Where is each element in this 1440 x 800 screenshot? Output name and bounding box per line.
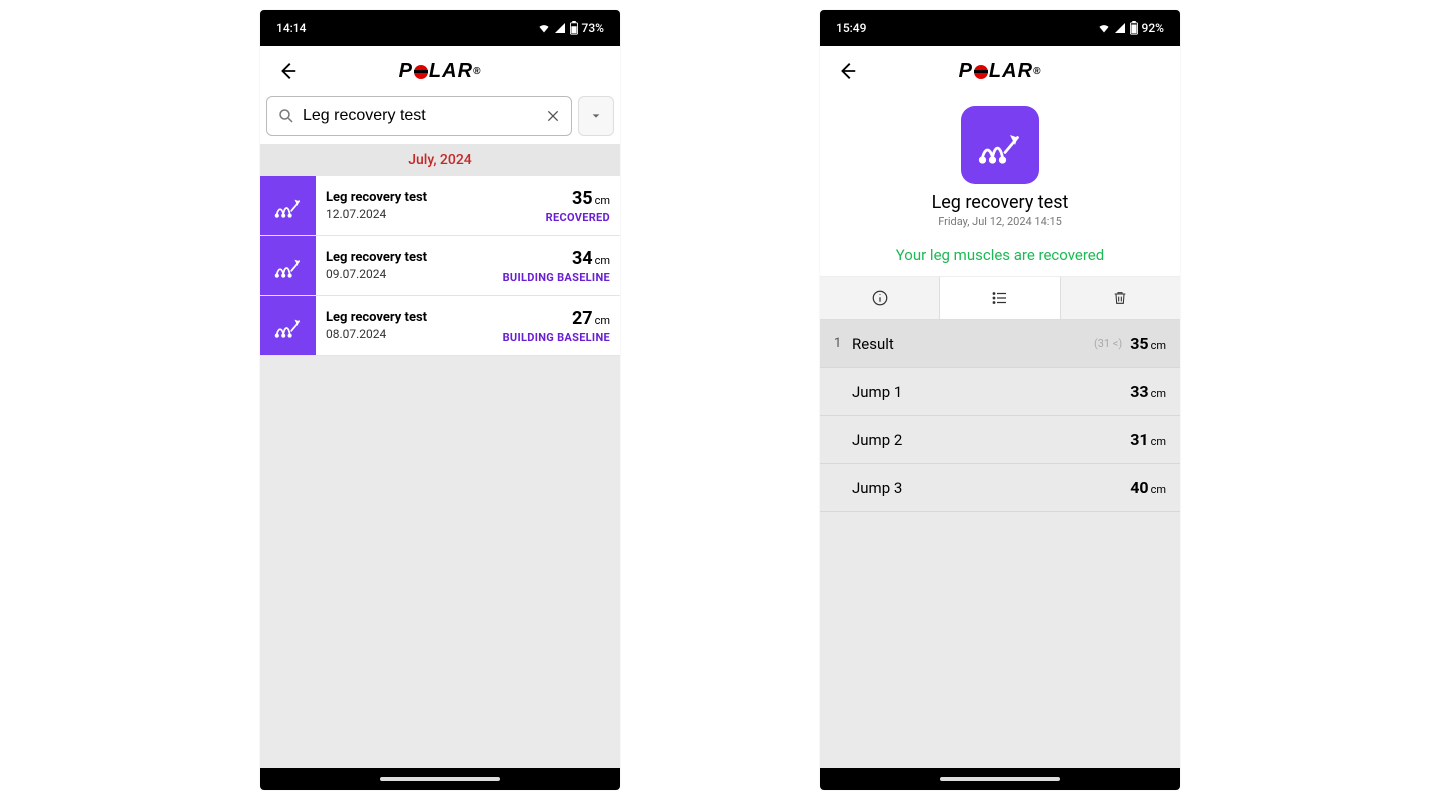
test-list: Leg recovery test 12.07.2024 35cm RECOVE… [260,176,620,768]
jump-value: 33 [1130,382,1148,401]
brand-logo: PLAR® [864,60,1136,83]
jump-unit: cm [1151,387,1166,400]
android-navbar [260,768,620,790]
battery-icon [1129,21,1139,35]
item-title: Leg recovery test [326,250,483,265]
wifi-icon [1097,22,1111,34]
statusbar: 15:49 92% [820,10,1180,46]
search-input[interactable] [303,107,545,125]
item-date: 12.07.2024 [326,207,526,221]
list-item[interactable]: Leg recovery test 12.07.2024 35cm RECOVE… [260,176,620,236]
jump-label: Jump 2 [852,431,1130,449]
back-button[interactable] [270,54,304,88]
item-value: 34 [572,248,593,269]
wifi-icon [537,22,551,34]
status-battery: 92% [1142,21,1164,35]
item-status: BUILDING BASELINE [503,331,610,344]
signal-icon [554,22,566,34]
info-icon [871,289,889,307]
item-value: 35 [572,188,593,209]
jump-value: 31 [1130,430,1148,449]
filter-button[interactable] [578,96,614,136]
item-unit: cm [595,194,610,207]
item-title: Leg recovery test [326,310,483,325]
status-battery: 73% [582,21,604,35]
signal-icon [1114,22,1126,34]
result-label: Result [852,335,1094,353]
item-unit: cm [595,314,610,327]
jump-row: Jump 3 40cm [820,464,1180,512]
appbar: PLAR® [260,46,620,96]
tab-delete[interactable] [1061,277,1180,319]
jump-value: 40 [1130,478,1148,497]
search-row [260,96,620,144]
jump-row: Jump 2 31cm [820,416,1180,464]
brand-logo: PLAR® [304,60,576,83]
month-header: July, 2024 [260,144,620,176]
activity-icon [260,296,316,355]
item-value: 27 [572,308,593,329]
result-value: 35 [1130,334,1148,353]
list-item[interactable]: Leg recovery test 08.07.2024 27cm BUILDI… [260,296,620,356]
tab-info[interactable] [820,277,939,319]
results-list: 1 Result (31 <) 35cm Jump 1 33cm Jump 2 … [820,320,1180,768]
statusbar: 14:14 73% [260,10,620,46]
detail-tabs [820,276,1180,320]
clear-icon[interactable] [545,108,561,124]
activity-icon [260,236,316,295]
jump-row: Jump 1 33cm [820,368,1180,416]
detail-hero: Leg recovery test Friday, Jul 12, 2024 1… [820,96,1180,236]
detail-subtitle: Friday, Jul 12, 2024 14:15 [938,215,1062,228]
result-index: 1 [834,336,852,351]
android-navbar [820,768,1180,790]
jump-unit: cm [1151,435,1166,448]
item-date: 09.07.2024 [326,267,483,281]
activity-icon [961,106,1039,184]
item-status: BUILDING BASELINE [503,271,610,284]
jump-unit: cm [1151,483,1166,496]
trash-icon [1112,289,1128,307]
status-time: 14:14 [276,21,306,35]
jump-label: Jump 1 [852,383,1130,401]
recovery-message: Your leg muscles are recovered [820,236,1180,276]
activity-icon [260,176,316,235]
phone-right: 15:49 92% PLAR® Leg recovery test Friday… [820,10,1180,790]
item-status: RECOVERED [546,211,610,224]
chevron-down-icon [591,111,601,121]
item-date: 08.07.2024 [326,327,483,341]
search-box[interactable] [266,96,572,136]
back-button[interactable] [830,54,864,88]
detail-title: Leg recovery test [932,192,1069,213]
item-title: Leg recovery test [326,190,526,205]
result-header-row: 1 Result (31 <) 35cm [820,320,1180,368]
result-unit: cm [1151,339,1166,352]
list-icon [990,289,1010,307]
phone-left: 14:14 73% PLAR® July, 2024 [260,10,620,790]
list-item[interactable]: Leg recovery test 09.07.2024 34cm BUILDI… [260,236,620,296]
appbar: PLAR® [820,46,1180,96]
status-time: 15:49 [836,21,866,35]
search-icon [277,107,295,125]
item-unit: cm [595,254,610,267]
battery-icon [569,21,579,35]
tab-list[interactable] [939,277,1060,319]
result-note: (31 <) [1094,337,1122,350]
jump-label: Jump 3 [852,479,1130,497]
